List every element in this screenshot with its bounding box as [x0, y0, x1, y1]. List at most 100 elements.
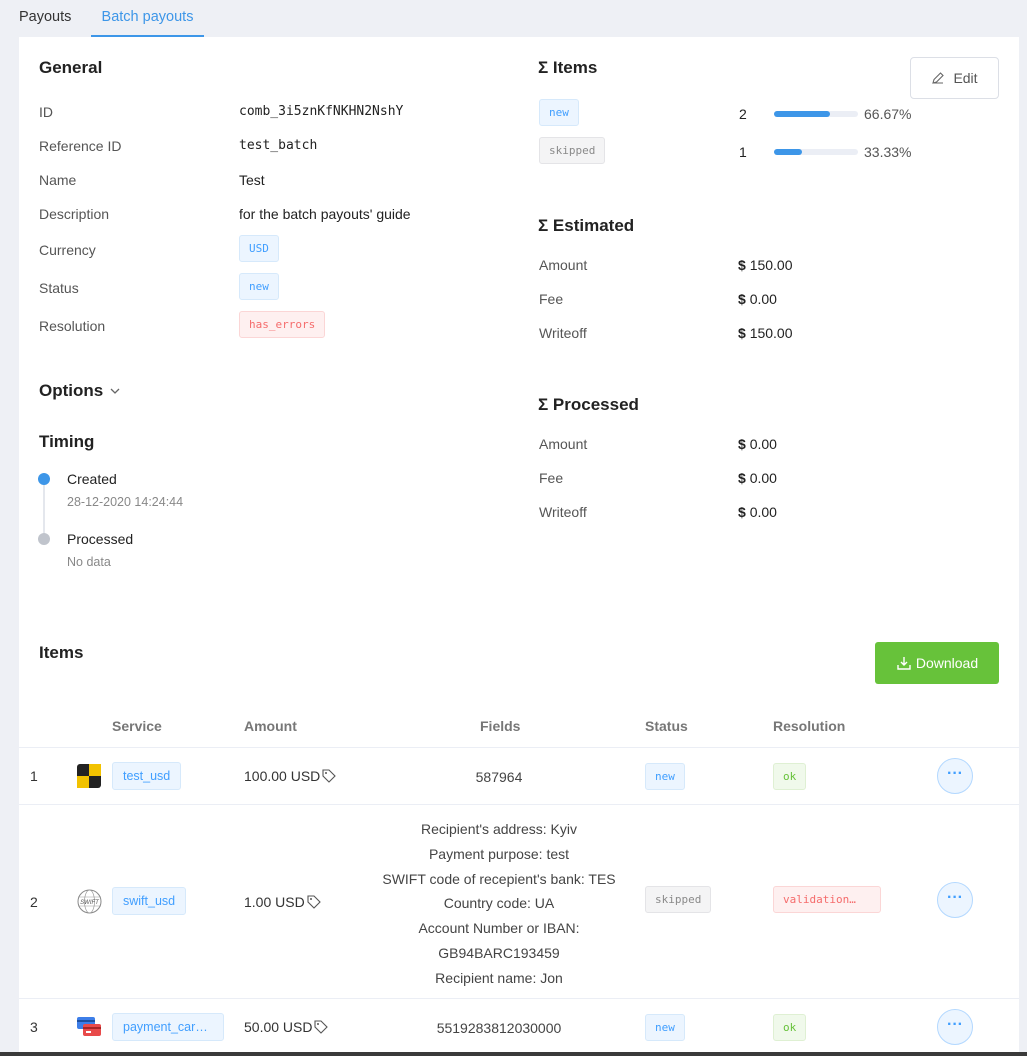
estimated-fee-value: $ 0.00 — [738, 291, 777, 307]
checker-flag-icon — [77, 764, 101, 788]
row-resolution-tag: validation… — [773, 886, 881, 913]
row-index: 3 — [30, 1019, 38, 1035]
estimated-amount-value: $ 150.00 — [738, 257, 793, 273]
reference-id-value: test_batch — [239, 138, 318, 153]
field-line: Payment purpose: test — [428, 845, 570, 862]
processed-writeoff-label: Writeoff — [539, 504, 587, 520]
resolution-tag: has_errors — [239, 311, 326, 338]
table-row: 2 SWIFT swift_usd 1.00 USD Recipient's a… — [19, 805, 1019, 998]
estimated-amount-label: Amount — [539, 257, 588, 273]
timeline-dot-created — [38, 473, 50, 485]
field-line: SWIFT code of recepient's bank: TES — [382, 870, 616, 887]
reference-id-label: Reference ID — [39, 138, 122, 154]
field-line: Recipient's address: Kyiv — [421, 821, 577, 837]
options-label: Options — [39, 381, 104, 400]
amount-cell: 100.00 USD — [244, 768, 337, 784]
amount-cell: 1.00 USD — [244, 894, 321, 910]
price-tag-icon — [322, 769, 337, 783]
processed-title: Σ Processed — [538, 395, 639, 414]
options-toggle[interactable]: Options — [39, 381, 121, 401]
payment-cards-icon — [77, 1017, 101, 1036]
svg-text:SWIFT: SWIFT — [80, 900, 100, 906]
items-progress-skipped — [774, 149, 858, 155]
chevron-down-icon — [110, 388, 120, 394]
price-tag-icon — [314, 1020, 329, 1034]
processed-fee-value: $ 0.00 — [738, 470, 777, 486]
field-line: Recipient name: Jon — [435, 969, 563, 986]
row-resolution-tag: ok — [773, 1014, 807, 1041]
name-value: Test — [239, 172, 265, 188]
edit-label: Edit — [953, 70, 978, 86]
taskbar-edge — [0, 1052, 1027, 1056]
timeline-dot-processed — [38, 533, 50, 545]
tab-bar: Payouts Batch payouts — [0, 0, 1027, 37]
tab-payouts[interactable]: Payouts — [19, 0, 71, 37]
row-more-button[interactable]: ··· — [937, 1009, 973, 1045]
items-progress-new — [774, 111, 858, 117]
download-icon — [897, 657, 911, 670]
name-label: Name — [39, 172, 77, 188]
row-resolution-tag: ok — [773, 763, 807, 790]
download-button[interactable]: Download — [875, 642, 999, 684]
processed-fee-label: Fee — [539, 470, 564, 486]
processed-amount-value: $ 0.00 — [738, 436, 777, 452]
description-label: Description — [39, 206, 110, 222]
amount-value: 100.00 USD — [244, 768, 321, 784]
items-count-skipped: 1 — [739, 144, 747, 160]
items-percent-new: 66.67% — [864, 106, 912, 122]
items-title: Items — [39, 643, 84, 662]
status-label: Status — [39, 280, 79, 296]
estimated-writeoff-label: Writeoff — [539, 325, 587, 341]
fields-cell: 587964 — [349, 765, 649, 790]
estimated-fee-label: Fee — [539, 291, 564, 307]
currency-label: Currency — [39, 242, 96, 258]
download-label: Download — [915, 655, 979, 671]
edit-button[interactable]: Edit — [910, 57, 999, 99]
created-timestamp: 28-12-2020 14:24:44 — [67, 495, 184, 509]
row-status-tag: new — [645, 1014, 685, 1041]
field-line: Country code: UA — [443, 895, 555, 912]
table-row: 1 test_usd 100.00 USD 587964 new ok ··· — [19, 748, 1019, 804]
col-header-amount: Amount — [244, 718, 297, 734]
status-tag: new — [239, 273, 279, 300]
batch-detail-card: General ID comb_3i5znKfNKHN2NshY Referen… — [19, 37, 1019, 1056]
row-more-button[interactable]: ··· — [937, 882, 973, 918]
estimated-title: Σ Estimated — [538, 216, 635, 235]
timing-title: Timing — [39, 432, 95, 451]
items-status-tag-skipped: skipped — [539, 137, 606, 164]
table-row: 3 payment_card… 50.00 USD 55192838120300… — [19, 999, 1019, 1055]
row-status-tag: skipped — [645, 886, 712, 913]
field-line: GB94BARC193459 — [438, 944, 560, 961]
field-line: Account Number or IBAN: — [418, 920, 580, 937]
amount-value: 1.00 USD — [244, 894, 305, 910]
items-percent-skipped: 33.33% — [864, 144, 912, 160]
processed-writeoff-value: $ 0.00 — [738, 504, 777, 520]
col-header-status: Status — [645, 718, 688, 734]
general-title: General — [39, 58, 103, 77]
processed-amount-label: Amount — [539, 436, 588, 452]
fields-cell: Recipient's address: Kyiv Payment purpos… — [349, 817, 649, 991]
items-progress-fill-new — [774, 111, 830, 117]
timeline-line — [43, 478, 45, 538]
row-status-tag: new — [645, 763, 685, 790]
service-tag: payment_card… — [112, 1013, 224, 1041]
pencil-icon — [932, 72, 945, 84]
price-tag-icon — [307, 895, 321, 909]
col-header-service: Service — [112, 718, 162, 734]
row-more-button[interactable]: ··· — [937, 758, 973, 794]
created-label: Created — [67, 471, 117, 487]
swift-logo-icon: SWIFT — [77, 889, 102, 914]
row-index: 2 — [30, 894, 38, 910]
row-index: 1 — [30, 768, 38, 784]
items-count-new: 2 — [739, 106, 747, 122]
col-header-fields: Fields — [480, 718, 521, 734]
id-value: comb_3i5znKfNKHN2NshY — [239, 104, 404, 119]
tab-batch-payouts[interactable]: Batch payouts — [91, 0, 204, 37]
processed-label: Processed — [67, 531, 134, 547]
service-tag: swift_usd — [112, 887, 187, 915]
amount-cell: 50.00 USD — [244, 1019, 329, 1035]
service-tag: test_usd — [112, 762, 182, 790]
col-header-resolution: Resolution — [773, 718, 846, 734]
currency-tag: USD — [239, 235, 279, 262]
field-line: 587964 — [475, 769, 523, 785]
